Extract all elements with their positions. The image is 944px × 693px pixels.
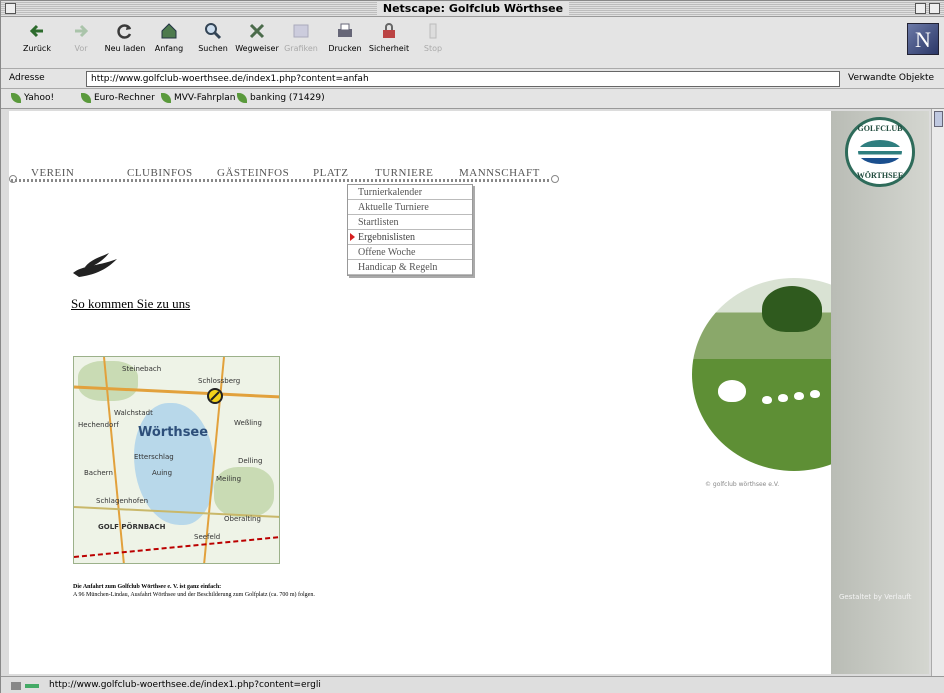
zoom-box-icon[interactable]: [915, 3, 926, 14]
photo-swan: [718, 380, 746, 402]
search-label: Suchen: [198, 44, 228, 53]
security-button[interactable]: Sicherheit: [367, 21, 411, 53]
browser-window: Netscape: Golfclub Wörthsee Zurück Vor N…: [0, 0, 944, 693]
menu-item-startlisten[interactable]: Startlisten: [348, 215, 472, 230]
back-label: Zurück: [23, 44, 51, 53]
page-content: VEREIN CLUBINFOS GÄSTEINFOS PLATZ TURNIE…: [9, 111, 929, 674]
vertical-scrollbar[interactable]: [931, 109, 944, 676]
search-icon: [203, 21, 223, 41]
print-label: Drucken: [328, 44, 362, 53]
photo-caption: © golfclub wörthsee e.V.: [705, 481, 780, 488]
directions-title: Die Anfahrt zum Golfclub Wörthsee e. V. …: [73, 584, 222, 590]
right-sidebar: GOLFCLUB WÖRTHSEE Gestaltet by Verlauft: [831, 111, 929, 674]
status-bar: http://www.golfclub-woerthsee.de/index1.…: [1, 676, 944, 693]
url-field[interactable]: http://www.golfclub-woerthsee.de/index1.…: [86, 71, 840, 87]
nav-turniere[interactable]: TURNIERE: [375, 167, 433, 179]
nav-clubinfos[interactable]: CLUBINFOS: [127, 167, 193, 179]
selected-arrow-icon: [350, 233, 355, 241]
directions-link[interactable]: So kommen Sie zu uns: [71, 296, 190, 312]
nav-dotted-line: [11, 179, 551, 182]
collapse-box-icon[interactable]: [929, 3, 940, 14]
stop-icon: [423, 21, 443, 41]
home-icon: [159, 21, 179, 41]
photo-cygnet: [778, 394, 788, 402]
golf-course-marker-icon: [207, 388, 223, 404]
bookmark-icon: [237, 93, 247, 103]
reload-button[interactable]: Neu laden: [103, 21, 147, 53]
home-label: Anfang: [154, 44, 184, 53]
guide-label: Wegweiser: [235, 44, 279, 53]
bookmark-icon: [161, 93, 171, 103]
images-button[interactable]: Grafiken: [279, 21, 323, 53]
map-center-label: Wörthsee: [138, 425, 209, 440]
photo-cygnet: [762, 396, 772, 404]
nav-gaesteinfos[interactable]: GÄSTEINFOS: [217, 167, 289, 179]
turniere-dropdown-menu: Turnierkalender Aktuelle Turniere Startl…: [347, 184, 473, 276]
bookmarks-bar: Yahoo! Euro-Rechner MVV-Fahrplan banking…: [1, 89, 944, 109]
bookmark-banking[interactable]: banking (71429): [237, 93, 325, 103]
menu-item-aktuelle-turniere[interactable]: Aktuelle Turniere: [348, 200, 472, 215]
golf-bird-logo-icon: [73, 253, 117, 277]
back-button[interactable]: Zurück: [15, 21, 59, 53]
title-bar[interactable]: Netscape: Golfclub Wörthsee: [1, 1, 944, 17]
menu-item-ergebnislisten[interactable]: Ergebnislisten: [348, 230, 472, 245]
images-label: Grafiken: [284, 44, 318, 53]
directions-body: A 96 München-Lindau, Ausfahrt Wörthsee u…: [73, 592, 315, 598]
reload-label: Neu laden: [104, 44, 146, 53]
connection-status-icon: [11, 682, 39, 690]
home-button[interactable]: Anfang: [147, 21, 191, 53]
guide-icon: [247, 21, 267, 41]
window-title: Netscape: Golfclub Wörthsee: [376, 2, 570, 15]
directions-map[interactable]: Steinebach Schlossberg Walchstadt Wörths…: [73, 356, 280, 564]
images-icon: [291, 21, 311, 41]
directions-text: Die Anfahrt zum Golfclub Wörthsee e. V. …: [73, 584, 315, 598]
forward-arrow-icon: [71, 21, 91, 41]
netscape-logo[interactable]: N: [907, 23, 939, 55]
stop-label: Stop: [423, 44, 443, 53]
photo-cygnet: [810, 390, 820, 398]
menu-item-handicap-regeln[interactable]: Handicap & Regeln: [348, 260, 472, 275]
map-golf-label: GOLF PÖRNBACH: [98, 523, 166, 531]
navigation-toolbar: Zurück Vor Neu laden Anfang Suchen Wegwe…: [1, 17, 944, 69]
print-button[interactable]: Drucken: [323, 21, 367, 53]
status-text: http://www.golfclub-woerthsee.de/index1.…: [49, 680, 321, 690]
nav-mannschaft[interactable]: MANNSCHAFT: [459, 167, 540, 179]
scroll-thumb[interactable]: [934, 111, 943, 127]
menu-item-turnierkalender[interactable]: Turnierkalender: [348, 185, 472, 200]
bookmark-mvv-fahrplan[interactable]: MVV-Fahrplan: [161, 93, 236, 103]
related-objects-button[interactable]: Verwandte Objekte: [848, 73, 934, 83]
security-icon: [379, 21, 399, 41]
logo-waves-icon: [858, 140, 902, 164]
address-label: Adresse: [9, 73, 45, 83]
bookmark-euro-rechner[interactable]: Euro-Rechner: [81, 93, 155, 103]
golfclub-logo[interactable]: GOLFCLUB WÖRTHSEE: [845, 117, 915, 187]
photo-tree: [762, 286, 822, 332]
nav-platz[interactable]: PLATZ: [313, 167, 349, 179]
guide-button[interactable]: Wegweiser: [235, 21, 279, 53]
reload-icon: [115, 21, 135, 41]
sidebar-credit: Gestaltet by Verlauft: [839, 593, 912, 601]
menu-item-offene-woche[interactable]: Offene Woche: [348, 245, 472, 260]
bookmark-yahoo[interactable]: Yahoo!: [11, 93, 54, 103]
bookmark-icon: [81, 93, 91, 103]
address-bar: Adresse http://www.golfclub-woerthsee.de…: [1, 69, 944, 89]
bookmark-icon: [11, 93, 21, 103]
photo-cygnet: [794, 392, 804, 400]
back-arrow-icon: [27, 21, 47, 41]
forward-label: Vor: [74, 44, 88, 53]
stop-button[interactable]: Stop: [411, 21, 455, 53]
nav-verein[interactable]: VEREIN: [31, 167, 74, 179]
nav-line-end-icon: [551, 175, 559, 183]
forward-button[interactable]: Vor: [59, 21, 103, 53]
print-icon: [335, 21, 355, 41]
security-label: Sicherheit: [368, 44, 410, 53]
search-button[interactable]: Suchen: [191, 21, 235, 53]
